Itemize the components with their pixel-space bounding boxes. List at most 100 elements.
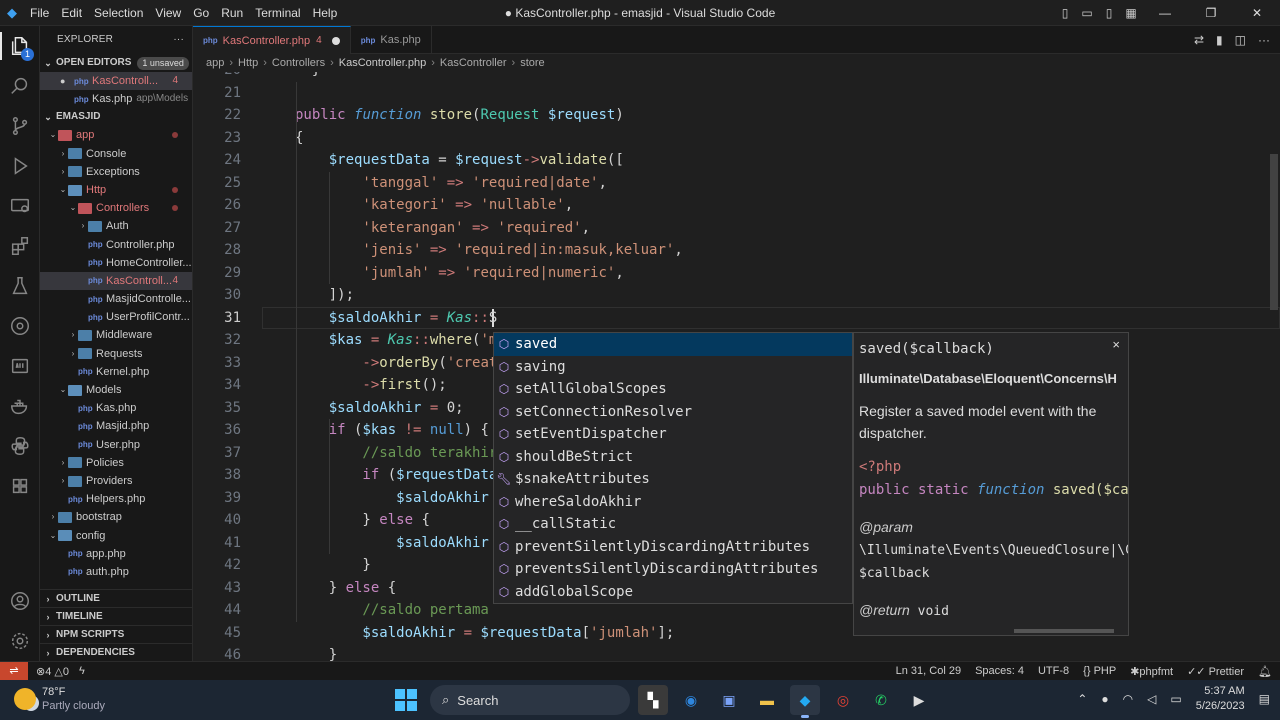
tree-item[interactable]: php auth.php (40, 563, 192, 581)
menu-item-view[interactable]: View (149, 0, 187, 26)
breadcrumb-item[interactable]: store (520, 57, 544, 69)
prettier-status[interactable]: ✓✓ Prettier (1187, 665, 1244, 678)
run-debug-button[interactable] (0, 146, 40, 186)
chrome-icon[interactable]: ◎ (828, 685, 858, 715)
tree-item[interactable]: › bootstrap (40, 508, 192, 526)
tree-item[interactable]: php KasControll... 4 (40, 271, 192, 291)
more-actions-icon[interactable]: ··· (1258, 33, 1270, 47)
breadcrumb-item[interactable]: KasController (440, 57, 507, 69)
menu-item-edit[interactable]: Edit (55, 0, 88, 26)
doc-scrollbar[interactable] (1014, 629, 1114, 633)
section-outline[interactable]: › OUTLINE (40, 589, 192, 607)
menu-item-selection[interactable]: Selection (88, 0, 149, 26)
suggestion-item[interactable]: ⬡ setEventDispatcher (494, 423, 852, 446)
section-npm-scripts[interactable]: › NPM SCRIPTS (40, 625, 192, 643)
whatsapp-icon[interactable]: ✆ (866, 685, 896, 715)
suggestion-item[interactable]: 🔧︎ $snakeAttributes (494, 468, 852, 491)
tree-item[interactable]: php app.php (40, 545, 192, 563)
tree-item[interactable]: › Policies (40, 454, 192, 472)
tree-item[interactable]: ⌄ Http (40, 181, 192, 199)
remote-button[interactable]: ⇌ (0, 661, 28, 681)
tree-item[interactable]: › Console (40, 145, 192, 163)
suggestion-item[interactable]: ⬡ addGlobalScope (494, 581, 852, 604)
git-graph-button[interactable] (0, 306, 40, 346)
close-button[interactable]: ✕ (1234, 6, 1280, 20)
unsaved-dot-icon[interactable] (331, 36, 340, 45)
tree-item[interactable]: › Providers (40, 472, 192, 490)
chevron-up-icon[interactable]: ⌃ (1077, 692, 1087, 706)
microphone-icon[interactable]: ● (1101, 692, 1108, 706)
tab-kascontroller[interactable]: php KasController.php 4 (193, 26, 351, 54)
suggestion-item[interactable]: ⬡ shouldBeStrict (494, 446, 852, 469)
tree-item[interactable]: php HomeController... (40, 254, 192, 272)
notification-icon[interactable]: ▤ (1259, 692, 1270, 706)
breadcrumb-item[interactable]: app (206, 57, 224, 69)
manage-button[interactable] (0, 621, 40, 661)
explorer-button[interactable]: 1 (0, 26, 40, 66)
suggestion-item[interactable]: ⬡ setAllGlobalScopes (494, 378, 852, 401)
tree-item[interactable]: ⌄ Models (40, 381, 192, 399)
edge-icon[interactable]: ◉ (676, 685, 706, 715)
minimize-button[interactable]: — (1142, 6, 1188, 20)
battery-icon[interactable]: ▭ (1170, 692, 1181, 706)
suggestion-item[interactable]: ⬡ saved (494, 333, 852, 356)
tree-item[interactable]: php Helpers.php (40, 490, 192, 508)
cursor-position[interactable]: Ln 31, Col 29 (896, 665, 961, 677)
run-icon[interactable]: ▮ (1216, 33, 1223, 47)
language-mode[interactable]: {} PHP (1083, 665, 1116, 677)
suggestion-item[interactable]: ⬡ setConnectionResolver (494, 401, 852, 424)
weather-widget[interactable]: 78°F Partly cloudy (14, 685, 105, 713)
indentation[interactable]: Spaces: 4 (975, 665, 1024, 677)
testing-button[interactable] (0, 266, 40, 306)
more-actions-icon[interactable]: ··· (173, 26, 184, 54)
scrollbar-thumb[interactable] (1270, 154, 1278, 310)
tree-item[interactable]: › Requests (40, 345, 192, 363)
editor-scrollbar[interactable] (1266, 72, 1280, 661)
tree-item[interactable]: ⌄ Controllers (40, 199, 192, 217)
menu-item-go[interactable]: Go (187, 0, 215, 26)
clock[interactable]: 5:37 AM 5/26/2023 (1196, 684, 1245, 714)
tree-item[interactable]: › Exceptions (40, 163, 192, 181)
menu-item-terminal[interactable]: Terminal (249, 0, 306, 26)
close-icon[interactable]: × (1112, 337, 1120, 352)
breadcrumb-item[interactable]: KasController.php (339, 57, 426, 69)
section-timeline[interactable]: › TIMELINE (40, 607, 192, 625)
notifications-icon[interactable]: 🔔︎ (1258, 665, 1272, 678)
api-button[interactable] (0, 346, 40, 386)
encoding[interactable]: UTF-8 (1038, 665, 1069, 677)
tab-kas[interactable]: php Kas.php (351, 26, 432, 54)
workspace-section[interactable]: ⌄ EMASJID (40, 108, 192, 126)
open-editors-section[interactable]: ⌄ OPEN EDITORS 1 unsaved (40, 54, 192, 72)
vscode-taskbar-icon[interactable]: ◆ (790, 685, 820, 718)
remote-explorer-button[interactable] (0, 186, 40, 226)
breadcrumb-item[interactable]: Http (238, 57, 258, 69)
phpfmt-status[interactable]: ✱phpfmt (1130, 665, 1173, 678)
tree-item[interactable]: › Middleware (40, 326, 192, 344)
volume-icon[interactable]: ◁ (1147, 692, 1156, 706)
toggle-sidebar-icon[interactable]: ▯ (1054, 6, 1076, 20)
open-editor-item[interactable]: ● php KasControll... 4 (40, 72, 192, 91)
tree-item[interactable]: php Kernel.php (40, 363, 192, 381)
breadcrumb-item[interactable]: Controllers (272, 57, 325, 69)
remote-desktop-icon[interactable]: ▣ (714, 685, 744, 715)
menu-item-file[interactable]: File (24, 0, 55, 26)
tree-item[interactable]: php User.php (40, 436, 192, 454)
suggestion-item[interactable]: ⬡ __callStatic (494, 513, 852, 536)
source-control-button[interactable] (0, 106, 40, 146)
suggestion-item[interactable]: ⬡ whereSaldoAkhir (494, 491, 852, 514)
python-button[interactable] (0, 426, 40, 466)
toggle-panel-icon[interactable]: ▭ (1076, 6, 1098, 20)
customize-layout-icon[interactable]: ▦ (1120, 6, 1142, 20)
tree-item[interactable]: php Masjid.php (40, 417, 192, 435)
section-dependencies[interactable]: › DEPENDENCIES (40, 643, 192, 661)
menu-item-help[interactable]: Help (307, 0, 344, 26)
tree-item[interactable]: php Kas.php (40, 399, 192, 417)
docker-button[interactable] (0, 386, 40, 426)
start-button[interactable] (390, 684, 422, 716)
search-button[interactable] (0, 66, 40, 106)
toggle-secondary-sidebar-icon[interactable]: ▯ (1098, 6, 1120, 20)
extensions-button[interactable] (0, 226, 40, 266)
open-editor-item[interactable]: php Kas.php app\Models (40, 90, 192, 108)
tree-item[interactable]: ⌄ app (40, 126, 192, 144)
tree-item[interactable]: › Auth (40, 217, 192, 235)
